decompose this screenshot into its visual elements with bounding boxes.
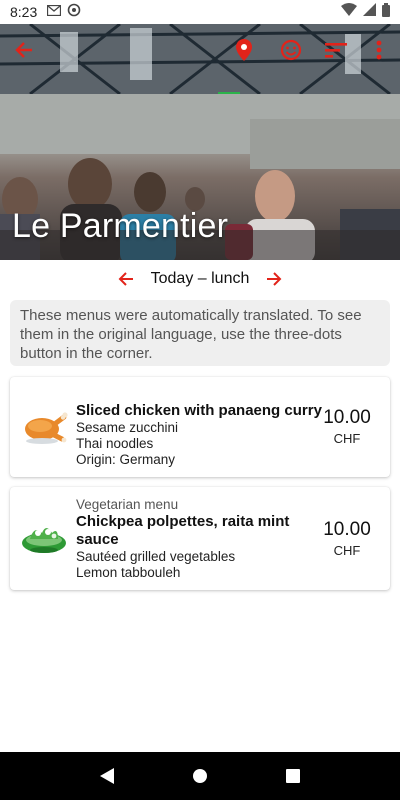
roast-chicken-icon bbox=[20, 407, 68, 447]
toolbar bbox=[0, 34, 400, 66]
price-amount: 10.00 bbox=[323, 519, 371, 540]
wifi-icon bbox=[341, 3, 357, 21]
price-currency: CHF bbox=[333, 431, 361, 446]
price-currency: CHF bbox=[333, 543, 361, 558]
menu-card[interactable]: Vegetarian menu Chickpea polpettes, rait… bbox=[10, 487, 390, 590]
previous-day-arrow-icon[interactable] bbox=[115, 268, 137, 290]
salad-bowl-icon bbox=[20, 519, 68, 559]
menu-name: Sliced chicken with panaeng curry bbox=[76, 402, 322, 419]
recents-square-icon[interactable] bbox=[281, 764, 305, 788]
system-navigation-bar bbox=[0, 752, 400, 800]
menu-side: Origin: Germany bbox=[76, 452, 176, 467]
restaurant-hero-image: Le Parmentier bbox=[0, 24, 400, 260]
back-arrow-icon[interactable] bbox=[10, 36, 38, 64]
menu-price: 10.00 CHF bbox=[312, 407, 382, 446]
day-navigation: Today – lunch bbox=[0, 262, 400, 296]
menu-side: Lemon tabbouleh bbox=[76, 565, 181, 580]
price-amount: 10.00 bbox=[323, 407, 371, 428]
sync-icon bbox=[67, 3, 81, 22]
sort-icon[interactable] bbox=[322, 36, 350, 64]
menu-price: 10.00 CHF bbox=[312, 519, 382, 558]
more-vertical-icon[interactable] bbox=[365, 36, 393, 64]
smiley-icon[interactable] bbox=[277, 36, 305, 64]
restaurant-name: Le Parmentier bbox=[12, 207, 229, 245]
menu-card[interactable]: Sliced chicken with panaeng curry Sesame… bbox=[10, 377, 390, 477]
back-triangle-icon[interactable] bbox=[95, 764, 119, 788]
gmail-icon bbox=[47, 3, 62, 21]
menu-side: Thai noodles bbox=[76, 436, 154, 451]
translation-notice: These menus were automatically translate… bbox=[10, 300, 390, 366]
home-circle-icon[interactable] bbox=[188, 764, 212, 788]
status-bar: 8:23 bbox=[0, 0, 400, 24]
menu-tag: Vegetarian menu bbox=[76, 497, 179, 512]
menu-name: Chickpea polpettes, raita mint sauce bbox=[76, 513, 290, 548]
signal-icon bbox=[363, 3, 376, 21]
menu-side: Sesame zucchini bbox=[76, 420, 179, 435]
battery-icon bbox=[382, 2, 390, 22]
map-pin-icon[interactable] bbox=[230, 36, 258, 64]
status-time: 8:23 bbox=[10, 4, 38, 20]
day-label: Today – lunch bbox=[150, 270, 250, 287]
menu-side: Sautéed grilled vegetables bbox=[76, 549, 236, 564]
next-day-arrow-icon[interactable] bbox=[263, 268, 285, 290]
